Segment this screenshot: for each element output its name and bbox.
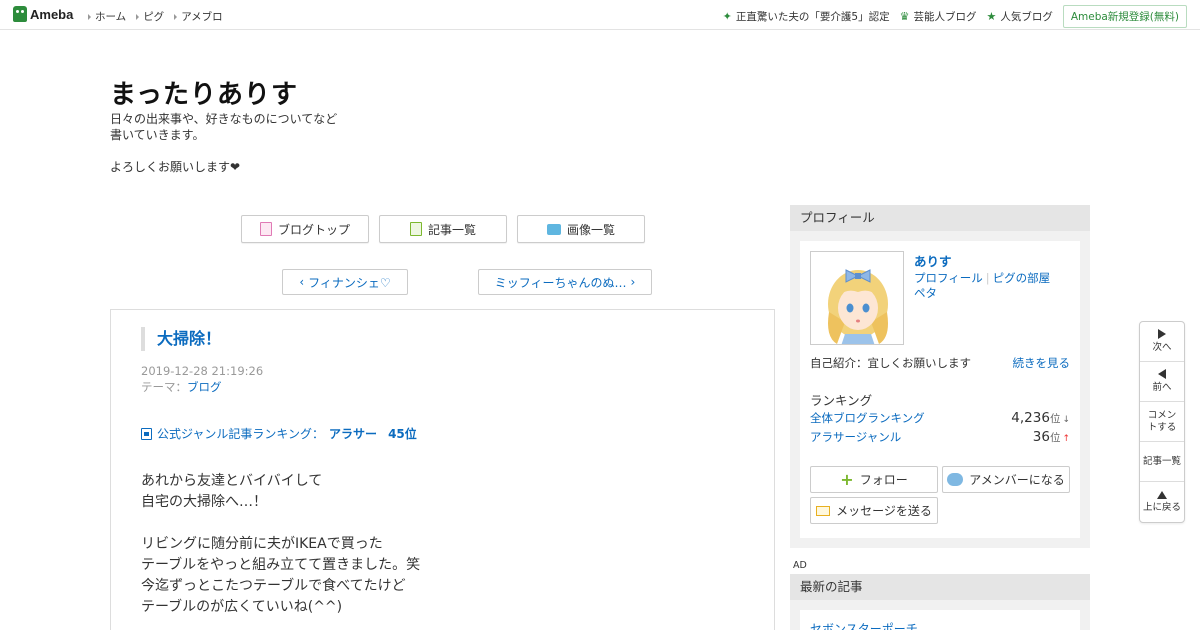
floating-nav: 次へ 前へ コメントする 記事一覧 上に戻る (1139, 321, 1185, 523)
profile-header: プロフィール (790, 205, 1090, 231)
chevron-right-icon: › (630, 275, 636, 289)
blog-top-button[interactable]: ブログトップ (241, 215, 369, 243)
avatar-image (828, 269, 888, 344)
article-body: あれから友達とバイバイして 自宅の大掃除へ…！ リビングに随分前に夫がIKEAで… (141, 473, 421, 615)
envelope-icon (816, 505, 831, 516)
global-nav: ホーム ピグ アメブロ (88, 9, 223, 24)
ameba-logo-icon (13, 6, 27, 22)
overall-ranking-link[interactable]: 全体ブログランキング (810, 410, 925, 426)
chat-bubble-icon (947, 473, 964, 486)
follow-button[interactable]: + フォロー (810, 466, 938, 493)
profile-name[interactable]: ありす (914, 251, 952, 270)
nav-ameblo[interactable]: アメブロ (174, 9, 223, 24)
profile-card: ありす プロフィール | ピグの部屋 ペタ 自己紹介：宜しくお願いします 続きを見る… (800, 241, 1080, 538)
read-more-link[interactable]: 続きを見る (1013, 355, 1071, 371)
crown-icon: ♛ (899, 10, 910, 23)
chevron-left-icon: ‹ (299, 275, 305, 289)
comment-button[interactable]: コメントする (1140, 402, 1184, 442)
peta-link[interactable]: ペタ (914, 286, 937, 300)
header-link-news[interactable]: ✦ 正直驚いた夫の「要介護5」認定 (723, 9, 890, 24)
trend-up-icon: ↑ (1062, 434, 1070, 444)
ranking-icon (141, 427, 152, 440)
global-header: Ameba ホーム ピグ アメブロ ✦ 正直驚いた夫の「要介護5」認定 ♛ 芸能人ブ… (0, 0, 1200, 30)
image-list-button[interactable]: 画像一覧 (517, 215, 645, 243)
article: 大掃除！ 2019-12-28 21:19:26 テーマ：ブログ 公式ジャンル記… (110, 309, 775, 630)
genre-ranking-link[interactable]: アラサージャンル (810, 429, 901, 445)
blog-title[interactable]: まったりありす (110, 74, 298, 111)
nav-home[interactable]: ホーム (88, 9, 126, 24)
star-icon: ★ (986, 10, 997, 23)
article-theme: テーマ：ブログ (141, 380, 222, 394)
next-entry-link[interactable]: ミッフィーちゃんのぬ… › (478, 269, 652, 295)
trend-down-icon: ↓ (1062, 415, 1070, 425)
article-date: 2019-12-28 21:19:26 (141, 364, 264, 378)
recent-entries-box: 最新の記事 セボンスターポーチ (790, 574, 1090, 630)
header-links: ✦ 正直驚いた夫の「要介護5」認定 ♛ 芸能人ブログ ★ 人気ブログ Ameba新規登… (723, 5, 1187, 28)
genre-ranking-link[interactable]: 公式ジャンル記事ランキング： アラサー 45位 (141, 425, 417, 442)
plus-icon: + (840, 469, 854, 489)
arrow-up-icon (1157, 490, 1167, 499)
blog-description: 日々の出来事や、好きなものについてなど 書いていきます。 よろしくお願いします❤ (110, 112, 338, 174)
nav-pig[interactable]: ピグ (136, 9, 164, 24)
ranking-title: ランキング (810, 393, 873, 408)
profile-links: プロフィール | ピグの部屋 ペタ (914, 271, 1074, 301)
recent-entries-list: セボンスターポーチ (800, 610, 1080, 630)
prev-entry-link[interactable]: ‹ フィナンシェ♡ (282, 269, 408, 295)
chevron-right-icon (136, 13, 140, 20)
recent-entry-link[interactable]: セボンスターポーチ (810, 620, 918, 630)
next-button[interactable]: 次へ (1140, 322, 1184, 362)
back-to-top-button[interactable]: 上に戻る (1140, 482, 1184, 522)
ad-label: AD (793, 560, 807, 571)
ameba-logo[interactable]: Ameba (13, 6, 73, 22)
amember-button[interactable]: アメンバーになる (942, 466, 1070, 493)
chevron-right-icon (88, 13, 91, 20)
ranking-row-genre: アラサージャンル 36位 ↑ (810, 429, 1070, 445)
register-button[interactable]: Ameba新規登録(無料) (1062, 5, 1187, 28)
header-link-celebrity-blogs[interactable]: ♛ 芸能人ブログ (900, 9, 977, 24)
divider: | (985, 271, 990, 285)
header-link-popular-blogs[interactable]: ★ 人気ブログ (986, 9, 1052, 24)
camera-icon (546, 223, 561, 235)
chevron-right-icon (174, 13, 178, 20)
play-left-icon (1158, 369, 1166, 379)
entry-list-button[interactable]: 記事一覧 (379, 215, 507, 243)
profile-box: プロフィール ありす プロフィール | ピグの部屋 ペタ 自己紹介：宜しくお願い… (790, 205, 1090, 548)
document-icon (259, 222, 272, 236)
send-message-button[interactable]: メッセージを送る (810, 497, 938, 524)
pig-room-link[interactable]: ピグの部屋 (993, 271, 1051, 285)
article-title[interactable]: 大掃除！ (141, 327, 221, 351)
theme-link[interactable]: ブログ (187, 380, 222, 394)
ranking-row-overall: 全体ブログランキング 4,236位 ↓ (810, 410, 1070, 426)
recent-entries-header: 最新の記事 (790, 574, 1090, 600)
avatar[interactable] (810, 251, 904, 345)
profile-intro: 自己紹介：宜しくお願いします (810, 356, 971, 370)
copy-icon (409, 222, 422, 236)
prev-button[interactable]: 前へ (1140, 362, 1184, 402)
sparkle-icon: ✦ (722, 10, 732, 23)
profile-link[interactable]: プロフィール (914, 271, 983, 285)
play-right-icon (1158, 329, 1166, 339)
logo-text: Ameba (30, 6, 74, 22)
entry-list-side-button[interactable]: 記事一覧 (1140, 442, 1184, 482)
